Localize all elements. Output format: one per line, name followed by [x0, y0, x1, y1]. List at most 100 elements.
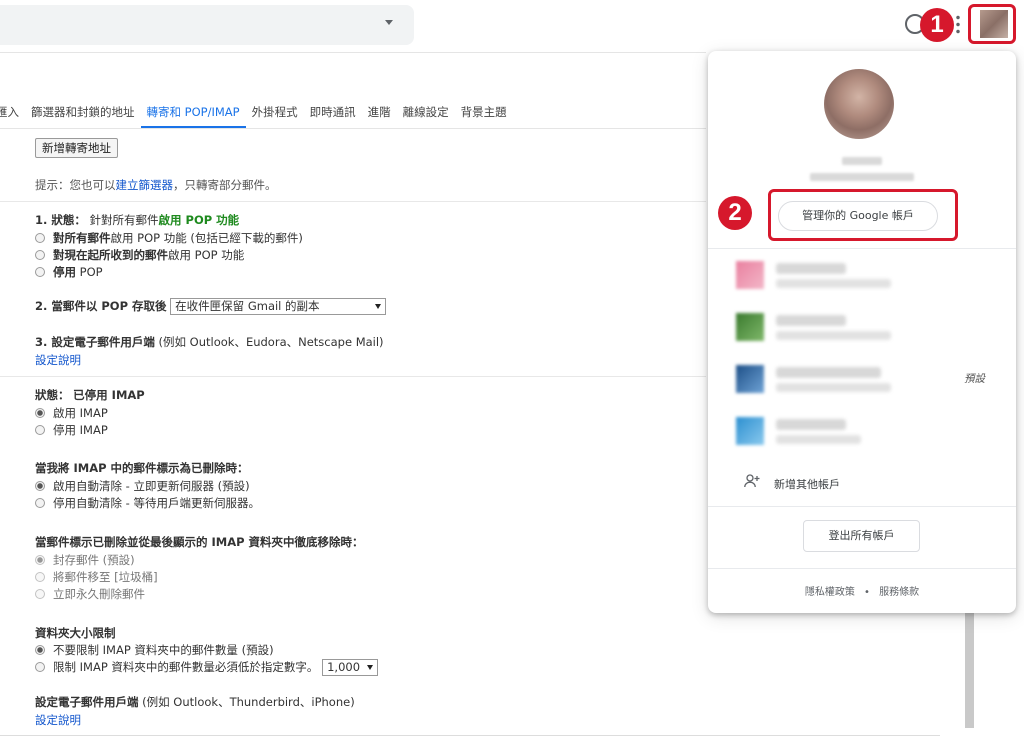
radio-autoexpunge-off[interactable]: [35, 498, 45, 508]
expunge-archive-option[interactable]: 封存郵件 (預設): [35, 552, 135, 568]
person-add-icon: [744, 474, 760, 488]
account-item[interactable]: [734, 257, 984, 293]
expunge-archive-label: 封存郵件 (預設): [53, 553, 135, 567]
imap-expunge-heading: 當郵件標示已刪除並從最後顯示的 IMAP 資料夾中徹底移除時：: [35, 535, 364, 549]
account-item[interactable]: [734, 413, 984, 449]
radio-expunge-trash[interactable]: [35, 572, 45, 582]
account-email-redacted: [776, 383, 891, 392]
imap-client-label: 設定電子郵件用戶端: [35, 695, 139, 709]
pop-option-all-rest: 啟用 POP 功能 (包括已經下載的郵件): [110, 231, 303, 245]
pop-status: 1. 狀態： 針對所有郵件啟用 POP 功能: [35, 212, 239, 228]
hint-prefix: 提示：您也可以: [35, 178, 116, 192]
folder-limit-label: 限制 IMAP 資料夾中的郵件數量必須低於指定數字。: [53, 660, 319, 674]
search-bar[interactable]: [0, 5, 414, 45]
forwarding-hint: 提示：您也可以建立篩選器，只轉寄部分郵件。: [35, 177, 277, 193]
sign-out-all-button[interactable]: 登出所有帳戶: [803, 520, 920, 552]
chevron-down-icon: [367, 665, 374, 670]
popup-divider: [708, 568, 1016, 569]
account-email-redacted: [810, 173, 914, 181]
radio-imap-enable[interactable]: [35, 408, 45, 418]
tab-addons[interactable]: 外掛程式: [246, 96, 304, 128]
account-item[interactable]: [734, 361, 984, 397]
privacy-policy-link[interactable]: 隱私權政策: [805, 587, 855, 598]
imap-disable-label: 停用 IMAP: [53, 423, 108, 437]
tab-chat[interactable]: 即時通訊: [304, 96, 362, 128]
imap-autoexpunge-off[interactable]: 停用自動清除 - 等待用戶端更新伺服器。: [35, 495, 260, 511]
pop-client-rest: (例如 Outlook、Eudora、Netscape Mail): [158, 335, 384, 349]
chevron-down-icon: [375, 304, 382, 309]
create-filter-link[interactable]: 建立篩選器: [116, 178, 174, 192]
radio-autoexpunge-on[interactable]: [35, 481, 45, 491]
tab-import[interactable]: 匯入: [0, 96, 25, 128]
hint-suffix: ，只轉寄部分郵件。: [173, 178, 277, 192]
tab-offline[interactable]: 離線設定: [397, 96, 455, 128]
account-menu-popup: 管理你的 Google 帳戶 2 預設 新增其他帳戶 登出所有帳戶 隱私權政策 …: [708, 51, 1016, 613]
pop-option-all-bold: 對所有郵件: [53, 231, 111, 245]
folder-limit-select-value: 1,000: [327, 660, 361, 674]
pop-status-text: 針對所有郵件: [89, 213, 159, 227]
pop-option-disable-rest: POP: [76, 265, 103, 279]
tab-themes[interactable]: 背景主題: [455, 96, 513, 128]
pop-option-now[interactable]: 對現在起所收到的郵件啟用 POP 功能: [35, 247, 244, 263]
pop-option-all[interactable]: 對所有郵件啟用 POP 功能 (包括已經下載的郵件): [35, 230, 303, 246]
account-avatar: [736, 417, 764, 445]
tab-forwarding-pop-imap[interactable]: 轉寄和 POP/IMAP: [140, 96, 246, 128]
radio-folder-limit[interactable]: [35, 662, 45, 672]
pop-option-disable[interactable]: 停用 POP: [35, 264, 103, 280]
account-avatar: [736, 365, 764, 393]
popup-footer: 隱私權政策 • 服務條款: [708, 583, 1016, 598]
radio-pop-all[interactable]: [35, 233, 45, 243]
apps-icon[interactable]: [955, 14, 961, 34]
expunge-delete-option[interactable]: 立即永久刪除郵件: [35, 586, 145, 602]
account-name-redacted: [776, 315, 846, 326]
account-item[interactable]: [734, 309, 984, 345]
radio-imap-disable[interactable]: [35, 425, 45, 435]
pop-client-label: 3. 設定電子郵件用戶端: [35, 335, 155, 349]
footer-separator: •: [864, 587, 870, 598]
default-account-label: 預設: [964, 373, 985, 385]
account-email-redacted: [776, 279, 891, 288]
autoexpunge-off-label: 停用自動清除 - 等待用戶端更新伺服器。: [53, 496, 260, 510]
folder-limit-select[interactable]: 1,000: [322, 659, 379, 676]
section-divider: [0, 201, 706, 202]
account-name-redacted: [776, 419, 846, 430]
expunge-delete-label: 立即永久刪除郵件: [53, 587, 145, 601]
radio-pop-now[interactable]: [35, 250, 45, 260]
imap-client-rest: (例如 Outlook、Thunderbird、iPhone): [142, 695, 355, 709]
autoexpunge-on-label: 啟用自動清除 - 立即更新伺服器 (預設): [53, 479, 250, 493]
expunge-trash-option[interactable]: 將郵件移至 [垃圾桶]: [35, 569, 158, 585]
pop-when-accessed: 2. 當郵件以 POP 存取後 在收件匣保留 Gmail 的副本: [35, 298, 387, 315]
radio-expunge-delete[interactable]: [35, 589, 45, 599]
terms-of-service-link[interactable]: 服務條款: [879, 587, 919, 598]
add-another-account-link[interactable]: 新增其他帳戶: [774, 476, 840, 492]
manage-button-highlight-box: [768, 189, 958, 241]
imap-delete-heading: 當我將 IMAP 中的郵件標示為已刪除時：: [35, 461, 249, 475]
imap-setup-link[interactable]: 設定說明: [35, 712, 81, 728]
imap-status: 狀態： 已停用 IMAP: [35, 387, 145, 403]
settings-tabs: 匯入 篩選器和封鎖的地址 轉寄和 POP/IMAP 外掛程式 即時通訊 進階 離…: [0, 96, 513, 128]
account-avatar: [736, 261, 764, 289]
account-name-redacted: [842, 157, 882, 165]
radio-folder-no-limit[interactable]: [35, 645, 45, 655]
imap-status-label: 狀態：: [35, 388, 70, 402]
pop-setup-link[interactable]: 設定說明: [35, 352, 81, 368]
imap-enable-option[interactable]: 啟用 IMAP: [35, 405, 108, 421]
pop-action-select-value: 在收件匣保留 Gmail 的副本: [175, 299, 320, 313]
radio-expunge-archive[interactable]: [35, 555, 45, 565]
tab-filters[interactable]: 篩選器和封鎖的地址: [25, 96, 141, 128]
imap-disable-option[interactable]: 停用 IMAP: [35, 422, 108, 438]
pop-action-select[interactable]: 在收件匣保留 Gmail 的副本: [170, 298, 387, 315]
search-options-chevron-down-icon[interactable]: [385, 20, 393, 25]
folder-no-limit-option[interactable]: 不要限制 IMAP 資料夾中的郵件數量 (預設): [35, 642, 274, 658]
folder-limit-option[interactable]: 限制 IMAP 資料夾中的郵件數量必須低於指定數字。 1,000: [35, 659, 379, 676]
step-badge-1: 1: [920, 8, 954, 42]
pop-client: 3. 設定電子郵件用戶端 (例如 Outlook、Eudora、Netscape…: [35, 334, 384, 350]
add-forwarding-address-button[interactable]: 新增轉寄地址: [35, 138, 118, 158]
account-email-redacted: [776, 331, 891, 340]
tab-advanced[interactable]: 進階: [362, 96, 397, 128]
imap-autoexpunge-on[interactable]: 啟用自動清除 - 立即更新伺服器 (預設): [35, 478, 250, 494]
pop-status-value: 啟用 POP 功能: [158, 213, 240, 227]
scrollbar[interactable]: [965, 606, 974, 728]
imap-client: 設定電子郵件用戶端 (例如 Outlook、Thunderbird、iPhone…: [35, 694, 355, 710]
radio-pop-disable[interactable]: [35, 267, 45, 277]
